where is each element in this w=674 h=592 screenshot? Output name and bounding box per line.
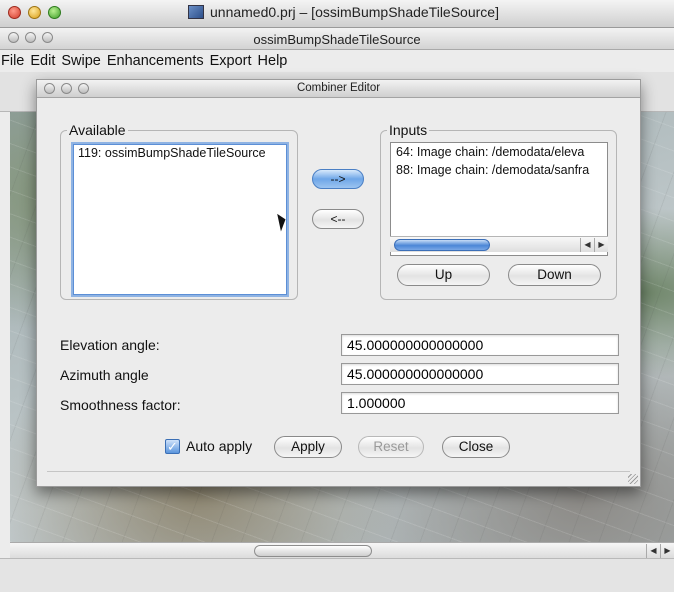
azimuth-angle-field[interactable] bbox=[341, 363, 619, 385]
menu-swipe[interactable]: Swipe bbox=[61, 53, 106, 69]
scroll-left-icon[interactable]: ◀ bbox=[580, 238, 594, 252]
minimize-window-icon[interactable] bbox=[28, 6, 41, 19]
smoothness-factor-label: Smoothness factor: bbox=[60, 397, 181, 413]
inputs-label: Inputs bbox=[389, 122, 428, 138]
azimuth-angle-label: Azimuth angle bbox=[60, 367, 149, 383]
auto-apply-label: Auto apply bbox=[186, 438, 253, 454]
elevation-angle-label: Elevation angle: bbox=[60, 337, 160, 353]
move-up-button[interactable]: Up bbox=[397, 264, 490, 286]
menu-edit[interactable]: Edit bbox=[30, 53, 60, 69]
scroll-arrows[interactable]: ◀ ▶ bbox=[646, 544, 674, 558]
menu-help[interactable]: Help bbox=[258, 53, 293, 69]
add-input-button[interactable]: --> bbox=[312, 169, 364, 189]
top-window-controls bbox=[8, 6, 61, 19]
dialog-titlebar: Combiner Editor bbox=[37, 80, 640, 98]
move-down-button[interactable]: Down bbox=[508, 264, 601, 286]
scroll-right-icon[interactable]: ▶ bbox=[660, 544, 674, 558]
resize-grip-icon[interactable] bbox=[628, 474, 638, 484]
main-window-titlebar: ossimBumpShadeTileSource bbox=[0, 28, 674, 50]
combiner-editor-dialog: Combiner Editor Available 119: ossimBump… bbox=[36, 79, 641, 487]
auto-apply-control[interactable]: ✓ Auto apply bbox=[165, 438, 252, 454]
scroll-left-icon[interactable]: ◀ bbox=[646, 544, 660, 558]
scrollbar-thumb[interactable] bbox=[394, 239, 490, 251]
scroll-right-icon[interactable]: ▶ bbox=[594, 238, 608, 252]
menu-enhancements[interactable]: Enhancements bbox=[107, 53, 209, 69]
inputs-horizontal-scrollbar[interactable]: ◀ ▶ bbox=[390, 236, 608, 252]
top-window-titlebar: unnamed0.prj – [ossimBumpShadeTileSource… bbox=[0, 0, 674, 28]
reset-button[interactable]: Reset bbox=[358, 436, 424, 458]
remove-input-button[interactable]: <-- bbox=[312, 209, 364, 229]
map-horizontal-scrollbar[interactable]: ◀ ▶ bbox=[10, 542, 674, 558]
elevation-angle-field[interactable] bbox=[341, 334, 619, 356]
close-window-icon[interactable] bbox=[8, 6, 21, 19]
list-item[interactable]: 64: Image chain: /demodata/eleva bbox=[391, 143, 607, 161]
divider bbox=[47, 471, 630, 472]
list-item[interactable]: 119: ossimBumpShadeTileSource bbox=[73, 144, 287, 162]
document-icon bbox=[188, 5, 204, 19]
list-item[interactable]: 88: Image chain: /demodata/sanfra bbox=[391, 161, 607, 179]
top-window-title: unnamed0.prj – [ossimBumpShadeTileSource… bbox=[188, 4, 499, 20]
dialog-title: Combiner Editor bbox=[296, 82, 381, 94]
scroll-arrows[interactable]: ◀ ▶ bbox=[580, 238, 608, 252]
menu-export[interactable]: Export bbox=[210, 53, 257, 69]
main-window-title: ossimBumpShadeTileSource bbox=[253, 32, 421, 47]
top-window-title-text: unnamed0.prj – [ossimBumpShadeTileSource… bbox=[210, 4, 499, 20]
apply-button[interactable]: Apply bbox=[274, 436, 342, 458]
status-bar bbox=[0, 558, 674, 592]
checkbox-checked-icon[interactable]: ✓ bbox=[165, 438, 180, 454]
menubar: File Edit Swipe Enhancements Export Help bbox=[0, 50, 674, 72]
available-label: Available bbox=[69, 122, 126, 138]
menu-file[interactable]: File bbox=[0, 53, 29, 69]
zoom-window-icon[interactable] bbox=[48, 6, 61, 19]
smoothness-factor-field[interactable] bbox=[341, 392, 619, 414]
close-button[interactable]: Close bbox=[442, 436, 510, 458]
available-list[interactable]: 119: ossimBumpShadeTileSource bbox=[71, 142, 289, 297]
scrollbar-thumb[interactable] bbox=[254, 545, 372, 557]
